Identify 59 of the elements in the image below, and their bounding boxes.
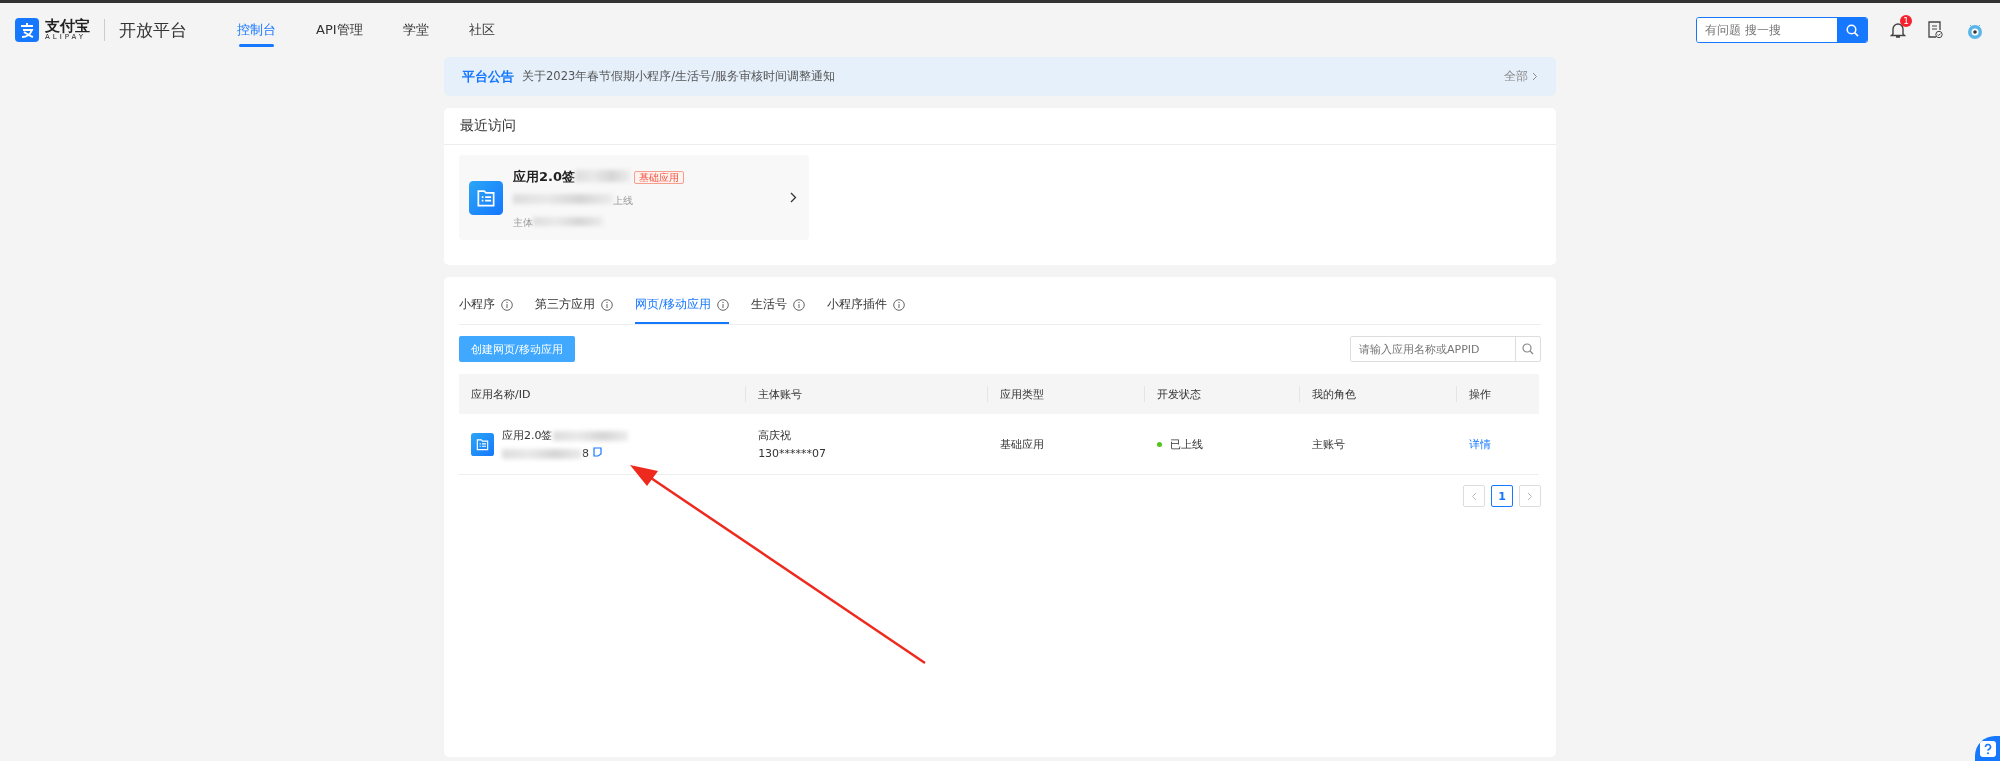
owner-name: 高庆祝 [758,428,793,443]
status-text: 已上线 [1170,437,1204,451]
bell-icon[interactable] [1890,21,1906,39]
app-search-field[interactable]: 请输入应用名称或APPID [1350,336,1541,362]
document-check-icon[interactable] [1928,21,1943,39]
blurred-text [575,170,631,182]
app-name: 应用2.0签 [513,168,576,184]
category-tab[interactable]: 网页/移动应用 [635,297,729,324]
chevron-right-icon [1527,491,1533,501]
search-field[interactable]: 有问题 搜一搜 [1696,17,1868,43]
search-button[interactable] [1837,18,1867,42]
info-icon [716,298,729,311]
app-id-suffix: 8 [582,447,589,460]
category-tab[interactable]: 生活号 [750,297,805,324]
page-button[interactable]: 1 [1491,485,1513,507]
category-tab[interactable]: 小程序插件 [826,297,905,324]
copy-icon[interactable] [593,447,602,457]
search-icon [1522,343,1534,355]
chevron-right-icon [790,192,797,203]
platform-title: 开放平台 [119,18,187,42]
column-header: 我的角色 [1300,374,1458,414]
category-tab[interactable]: 第三方应用 [535,297,613,324]
column-header: 开发状态 [1145,374,1301,414]
chevron-right-icon [1532,72,1538,81]
owner-account: 130******07 [758,447,828,460]
notice-link[interactable]: 关于2023年春节假期小程序/生活号/服务审核时间调整通知 [522,69,1504,84]
column-header: 主体账号 [746,374,988,414]
blurred-text [533,216,603,226]
section-title: 最近访问 [444,108,1556,145]
info-icon [792,298,805,311]
document-list-icon [469,180,503,215]
search-icon [1845,23,1859,37]
recent-app-card[interactable]: 应用2.0签 基础应用 上线 主体 [459,155,809,240]
logo-text: 支付宝 [45,19,90,34]
owner-label: 主体 [513,216,533,228]
column-header: 操作 [1457,374,1539,414]
app-name: 应用2.0签 [502,429,553,442]
app-type-tag: 基础应用 [634,170,685,184]
document-list-icon [471,432,494,456]
app-status: 上线 [613,194,633,206]
category-tab[interactable]: 小程序 [459,297,513,324]
info-icon [501,298,513,311]
nav-tab[interactable]: 学堂 [402,3,429,57]
details-link[interactable]: 详情 [1469,437,1492,451]
nav-tab[interactable]: 控制台 [237,3,276,57]
alipay-logo-icon [15,18,39,42]
table-cell: 主账号 [1300,414,1458,475]
info-icon [892,298,905,311]
question-icon [1978,740,1997,758]
column-header: 应用类型 [987,374,1146,414]
chevron-left-icon [1471,491,1477,501]
table-cell: 基础应用 [987,414,1146,475]
notification-badge: 1 [1900,15,1912,27]
notice-tag: 平台公告 [462,67,514,86]
info-icon [601,298,613,311]
help-button[interactable] [1975,736,2000,761]
nav-tab[interactable]: API管理 [316,3,363,57]
column-header: 应用名称/ID [459,374,747,414]
nav-tab[interactable]: 社区 [468,3,495,57]
